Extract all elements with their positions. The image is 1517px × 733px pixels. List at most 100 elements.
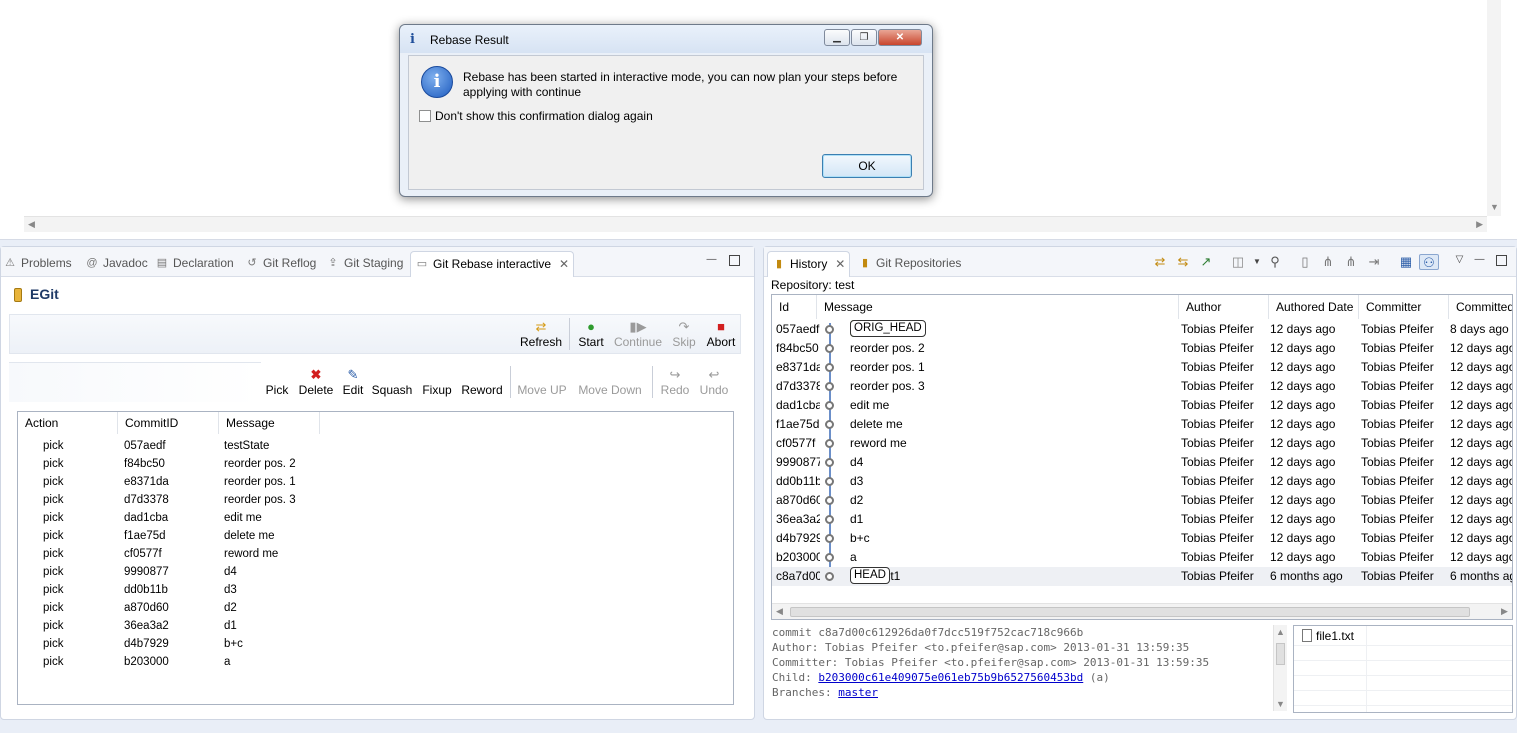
start-button[interactable]: ● Start (574, 318, 608, 349)
show-refs-icon[interactable]: ⋔ (1320, 254, 1336, 270)
compare-icon[interactable]: ⚇ (1419, 254, 1439, 270)
scroll-left-icon[interactable]: ◀ (776, 606, 783, 617)
show-all-branches-icon[interactable]: ▯ (1297, 254, 1313, 270)
history-row[interactable]: 057aedf testStatemasterORIG_HEADtestState… (772, 320, 1512, 339)
editor-horizontal-scrollbar[interactable]: ◀ ▶ (24, 216, 1487, 232)
dialog-titlebar[interactable]: i Rebase Result ▁ ❐ ✕ (400, 25, 932, 53)
maximize-icon[interactable] (1496, 255, 1507, 266)
compare-mode-icon[interactable]: ⇆ (1175, 254, 1191, 270)
scroll-down-icon[interactable]: ▼ (1276, 699, 1285, 709)
table-row[interactable]: pick dd0b11b d3 (18, 581, 733, 599)
history-row[interactable]: 9990877 d4 Tobias Pfeifer 12 days ago Tobias… (772, 453, 1512, 472)
table-row[interactable]: pick f84bc50 reorder pos. 2 (18, 455, 733, 473)
ref-badge[interactable]: HEAD (850, 567, 890, 584)
reword-button[interactable]: Reword (460, 366, 504, 397)
tab-git-repositories[interactable]: ▮ Git Repositories (858, 251, 961, 277)
close-tab-icon[interactable]: ✕ (559, 252, 569, 276)
column-header-committer[interactable]: Committer (1359, 295, 1449, 319)
scroll-down-icon[interactable]: ▼ (1490, 202, 1499, 212)
table-row[interactable]: pick a870d60 d2 (18, 599, 733, 617)
ok-button[interactable]: OK (822, 154, 912, 178)
history-horizontal-scrollbar[interactable]: ◀ ▶ (772, 603, 1512, 619)
table-row[interactable]: pick 36ea3a2 d1 (18, 617, 733, 635)
table-row[interactable]: pick 9990877 d4 (18, 563, 733, 581)
view-menu-icon[interactable]: ▽ (1454, 255, 1465, 266)
child-commit-link[interactable]: b203000c61e409075e061eb75b9b6527560453bd (818, 671, 1083, 684)
redo-button[interactable]: ↪ Redo (659, 366, 691, 397)
tab-declaration[interactable]: ▤ Declaration (155, 251, 234, 277)
tab-git-rebase-interactive[interactable]: ▭ Git Rebase interactive ✕ (410, 251, 575, 277)
history-row[interactable]: 36ea3a2 d1 Tobias Pfeifer 12 days ago Tobias… (772, 510, 1512, 529)
tab-javadoc[interactable]: @ Javadoc (85, 251, 147, 277)
pick-button[interactable]: Pick (263, 366, 291, 397)
continue-button[interactable]: ▮▶ Continue (612, 318, 664, 349)
history-row[interactable]: c8a7d00 HEADcommit1 Tobias Pfeifer 6 months… (772, 567, 1512, 586)
history-row[interactable]: e8371da reorder pos. 1 Tobias Pfeifer 12 da… (772, 358, 1512, 377)
table-row[interactable]: pick dad1cba edit me (18, 509, 733, 527)
table-row[interactable]: pick e8371da reorder pos. 1 (18, 473, 733, 491)
layout-icon[interactable]: ▦ (1398, 254, 1414, 270)
history-row[interactable]: dad1cba edit me Tobias Pfeifer 12 days ago T… (772, 396, 1512, 415)
table-row[interactable]: pick f1ae75d delete me (18, 527, 733, 545)
column-header-id[interactable]: Id (772, 295, 817, 319)
filter-icon[interactable]: ◫ (1230, 254, 1246, 270)
tab-git-staging[interactable]: ⇪ Git Staging (326, 251, 403, 277)
history-row[interactable]: cf0577f reword me Tobias Pfeifer 12 days ag… (772, 434, 1512, 453)
delete-button[interactable]: ✖ Delete (297, 366, 335, 397)
abort-button[interactable]: ■ Abort (704, 318, 738, 349)
show-all-icon[interactable]: ↗ (1198, 254, 1214, 270)
close-tab-icon[interactable]: ✕ (835, 252, 845, 276)
table-row[interactable]: pick d7d3378 reorder pos. 3 (18, 491, 733, 509)
ref-badge[interactable]: ORIG_HEAD (850, 320, 926, 337)
scrollbar-thumb[interactable] (1276, 643, 1285, 665)
maximize-icon[interactable] (729, 255, 740, 266)
move-up-button[interactable]: Move UP (517, 366, 567, 397)
column-header-committed[interactable]: Committed (1449, 295, 1512, 319)
history-row[interactable]: b203000 a Tobias Pfeifer 12 days ago Tobias … (772, 548, 1512, 567)
undo-button[interactable]: ↩ Undo (698, 366, 730, 397)
scrollbar-thumb[interactable] (790, 607, 1470, 617)
tab-history[interactable]: ▮ History ✕ (767, 251, 851, 277)
column-header-author[interactable]: Author (1179, 295, 1269, 319)
history-row[interactable]: dd0b11b d3 Tobias Pfeifer 12 days ago Tobias… (772, 472, 1512, 491)
history-row[interactable]: a870d60 d2 Tobias Pfeifer 12 days ago Tobias… (772, 491, 1512, 510)
editor-vertical-scrollbar[interactable]: ▼ (1487, 0, 1501, 216)
table-row[interactable]: pick cf0577f reword me (18, 545, 733, 563)
history-row[interactable]: f1ae75d delete me Tobias Pfeifer 12 days ag… (772, 415, 1512, 434)
history-row[interactable]: d4b7929 b+c Tobias Pfeifer 12 days ago Tobia… (772, 529, 1512, 548)
history-row[interactable]: f84bc50 reorder pos. 2 Tobias Pfeifer 12 da… (772, 339, 1512, 358)
refresh-button[interactable]: ⇄ Refresh (519, 318, 563, 349)
column-header-commitid[interactable]: CommitID (118, 412, 219, 434)
rebase-plan-table[interactable]: Action CommitID Message pick 057aedf testS… (17, 411, 734, 705)
history-table[interactable]: Id Message Author Authored Date Committe… (771, 294, 1513, 620)
tab-git-reflog[interactable]: ↺ Git Reflog (245, 251, 316, 277)
column-header-action[interactable]: Action (18, 412, 118, 434)
link-with-selection-icon[interactable]: ⇄ (1152, 254, 1168, 270)
column-header-authored-date[interactable]: Authored Date (1269, 295, 1359, 319)
skip-button[interactable]: ↷ Skip (670, 318, 698, 349)
column-header-message[interactable]: Message (219, 412, 320, 434)
dont-show-again-checkbox[interactable] (419, 110, 431, 122)
filter-dropdown-icon[interactable]: ▼ (1249, 254, 1265, 270)
fixup-button[interactable]: Fixup (419, 366, 455, 397)
scroll-right-icon[interactable]: ▶ (1476, 219, 1483, 230)
table-row[interactable]: pick b203000 a (18, 653, 733, 671)
find-icon[interactable]: ⚲ (1267, 254, 1283, 270)
details-vertical-scrollbar[interactable]: ▲ ▼ (1273, 625, 1287, 711)
changed-files-list[interactable]: file1.txt (1293, 625, 1513, 713)
scroll-left-icon[interactable]: ◀ (28, 219, 35, 230)
history-row[interactable]: d7d3378 reorder pos. 3 Tobias Pfeifer 12 da… (772, 377, 1512, 396)
edit-button[interactable]: ✎ Edit (340, 366, 366, 397)
table-row[interactable]: pick d4b7929 b+c (18, 635, 733, 653)
minimize-icon[interactable]: — (1474, 255, 1485, 266)
tab-problems[interactable]: ⚠ Problems (3, 251, 72, 277)
move-down-button[interactable]: Move Down (577, 366, 643, 397)
close-window-icon[interactable]: ✕ (878, 29, 922, 46)
column-header-message[interactable]: Message (817, 295, 1179, 319)
show-notes-icon[interactable]: ⇥ (1366, 254, 1382, 270)
dont-show-again-label[interactable]: Don't show this confirmation dialog agai… (435, 109, 653, 123)
table-row[interactable]: pick 057aedf testState (18, 437, 733, 455)
file-row[interactable]: file1.txt (1294, 626, 1512, 646)
branch-link[interactable]: master (838, 686, 878, 699)
show-tags-icon[interactable]: ⋔ (1343, 254, 1359, 270)
